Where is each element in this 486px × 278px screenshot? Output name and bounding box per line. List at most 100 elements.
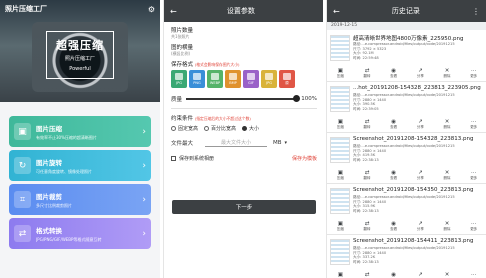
settings-screen: ← 设置参数 照片数量 共1张照片 图的横量 (横竖比例) 保存格式 (格式会影… (163, 0, 323, 278)
format-option[interactable]: BMP (225, 70, 241, 88)
file-size-unit[interactable]: MB (273, 140, 282, 146)
radio-circle[interactable] (242, 126, 248, 131)
action-share-button[interactable]: ↗分享 (407, 219, 434, 234)
radio-option[interactable]: 大小 (242, 125, 259, 132)
action-label: 更多 (470, 125, 478, 129)
action-label: 翻转 (363, 74, 371, 78)
radio-circle[interactable] (171, 126, 176, 131)
meta-path: 路径:...e.compressor.android/files/output/… (353, 144, 455, 148)
meta-time: 时间: 22:38:13 (353, 259, 379, 264)
action-compress-button[interactable]: ▣压缩 (327, 270, 354, 278)
action-share-button[interactable]: ↗分享 (407, 66, 434, 81)
action-view-button[interactable]: ◉查看 (380, 219, 407, 234)
home-app-bar: 照片压缩工厂 ⚙ (0, 0, 160, 18)
action-label: 翻转 (363, 125, 371, 129)
action-delete-button[interactable]: ✕删除 (434, 168, 461, 183)
back-arrow-icon[interactable]: ← (333, 7, 340, 16)
action-bar: ▣压缩⇄翻转◉查看↗分享✕删除⋯更多 (327, 117, 486, 132)
format-name: WEBP (209, 81, 221, 85)
more-vertical-icon[interactable]: ⋮ (472, 7, 480, 16)
meta-path: 路径:...e.compressor.android/files/output/… (353, 93, 455, 97)
thumbnail[interactable] (330, 35, 350, 61)
action-view-button[interactable]: ◉查看 (380, 168, 407, 183)
action-flip-button[interactable]: ⇄翻转 (354, 66, 381, 81)
chevron-right-icon: › (142, 160, 146, 171)
hero-line1: 照片压缩工厂 (64, 56, 95, 62)
history-item[interactable]: ...hot_20191208-154328_223813_223905.png… (327, 82, 486, 133)
thumbnail[interactable] (330, 188, 350, 214)
keep-label: 保存到系统相册 (179, 156, 215, 162)
card-convert[interactable]: ⇄ 格式转换 JPG/PNG/GIF/WEBP等格式随意互转 › (9, 218, 151, 249)
format-list: JPG PNG WEBP BMP GIF JPG 原 (171, 70, 317, 88)
action-more-button[interactable]: ⋯更多 (460, 168, 486, 183)
action-flip-button[interactable]: ⇄翻转 (354, 168, 381, 183)
action-delete-button[interactable]: ✕删除 (434, 219, 461, 234)
action-compress-button[interactable]: ▣压缩 (327, 117, 354, 132)
page-title: 历史记录 (391, 7, 420, 15)
action-label: 查看 (390, 176, 398, 180)
action-share-button[interactable]: ↗分享 (407, 117, 434, 132)
back-arrow-icon[interactable]: ← (170, 7, 177, 16)
card-crop[interactable]: ⌗ 图片裁剪 多尺寸比例裁剪照片 › (9, 184, 151, 215)
history-screen: ← 历史记录 ⋮ 2019-12-15 超高清晰世界地图4800万像素_2259… (326, 0, 486, 278)
action-share-button[interactable]: ↗分享 (407, 168, 434, 183)
format-option[interactable]: JPG (261, 70, 277, 88)
card-compress[interactable]: ▣ 图片压缩 有效率不止30%压缩的超清晰图片 › (9, 116, 151, 147)
action-flip-button[interactable]: ⇄翻转 (354, 270, 381, 278)
action-delete-button[interactable]: ✕删除 (434, 270, 461, 278)
format-option[interactable]: WEBP (207, 70, 223, 88)
radio-label: 大小 (249, 126, 260, 132)
thumbnail[interactable] (330, 86, 350, 112)
format-option[interactable]: JPG (171, 70, 187, 88)
quality-slider[interactable] (186, 95, 301, 102)
action-label: 压缩 (336, 227, 344, 231)
action-more-button[interactable]: ⋯更多 (460, 219, 486, 234)
action-flip-button[interactable]: ⇄翻转 (354, 219, 381, 234)
card-rotate[interactable]: ↻ 图片旋转 可任意角度旋转、镜像处理照片 › (9, 150, 151, 181)
history-item[interactable]: 超高清晰世界地图4800万像素_225950.png 路径:...e.compre… (327, 31, 486, 82)
action-label: 压缩 (336, 176, 344, 180)
format-option[interactable]: GIF (243, 70, 259, 88)
save-template-link[interactable]: 保存为模板 (292, 155, 317, 162)
chevron-down-icon[interactable]: ▾ (285, 140, 288, 146)
action-compress-button[interactable]: ▣压缩 (327, 219, 354, 234)
card-title: 图片压缩 (36, 124, 62, 133)
convert-icon: ⇄ (14, 225, 31, 242)
action-flip-button[interactable]: ⇄翻转 (354, 117, 381, 132)
radio-option[interactable]: 固定宽高 (171, 125, 198, 132)
action-view-button[interactable]: ◉查看 (380, 66, 407, 81)
hero-banner: 超强压缩 照片压缩工厂 Powerful 照片压缩工厂 ⚙ (0, 0, 160, 102)
action-more-button[interactable]: ⋯更多 (460, 270, 486, 278)
action-more-button[interactable]: ⋯更多 (460, 117, 486, 132)
action-view-button[interactable]: ◉查看 (380, 117, 407, 132)
action-more-button[interactable]: ⋯更多 (460, 66, 486, 81)
history-item[interactable]: Screenshot_20191208-154411_223813.png 路径:… (327, 235, 486, 278)
rotate-icon: ↻ (14, 157, 31, 174)
history-item[interactable]: Screenshot_20191208-154328_223813.png 路径:… (327, 133, 486, 184)
next-button[interactable]: 下一步 (172, 200, 316, 214)
card-desc: 有效率不止30%压缩的超清晰图片 (36, 134, 97, 140)
format-option[interactable]: PNG (189, 70, 205, 88)
action-delete-button[interactable]: ✕删除 (434, 117, 461, 132)
history-item[interactable]: Screenshot_20191208-154350_223813.png 路径:… (327, 184, 486, 235)
thumbnail[interactable] (330, 239, 350, 265)
image-icon (193, 73, 201, 80)
keep-checkbox[interactable] (171, 156, 176, 161)
format-option[interactable]: 原 (279, 70, 295, 88)
radio-option[interactable]: 百分比宽高 (204, 125, 236, 132)
action-compress-button[interactable]: ▣压缩 (327, 168, 354, 183)
image-icon (229, 73, 237, 80)
slider-knob[interactable] (293, 95, 301, 102)
size-label: 图的横量 (171, 45, 194, 51)
image-icon (211, 73, 219, 80)
file-meta: 路径:...e.compressor.android/files/output/… (353, 246, 455, 264)
radio-circle[interactable] (204, 126, 210, 131)
action-compress-button[interactable]: ▣压缩 (327, 66, 354, 81)
action-delete-button[interactable]: ✕删除 (434, 66, 461, 81)
gear-icon[interactable]: ⚙ (148, 5, 155, 14)
thumbnail[interactable] (330, 137, 350, 163)
file-size-input[interactable]: 最大文件大小 (205, 139, 268, 147)
action-view-button[interactable]: ◉查看 (380, 270, 407, 278)
card-title: 图片裁剪 (36, 192, 62, 201)
action-share-button[interactable]: ↗分享 (407, 270, 434, 278)
